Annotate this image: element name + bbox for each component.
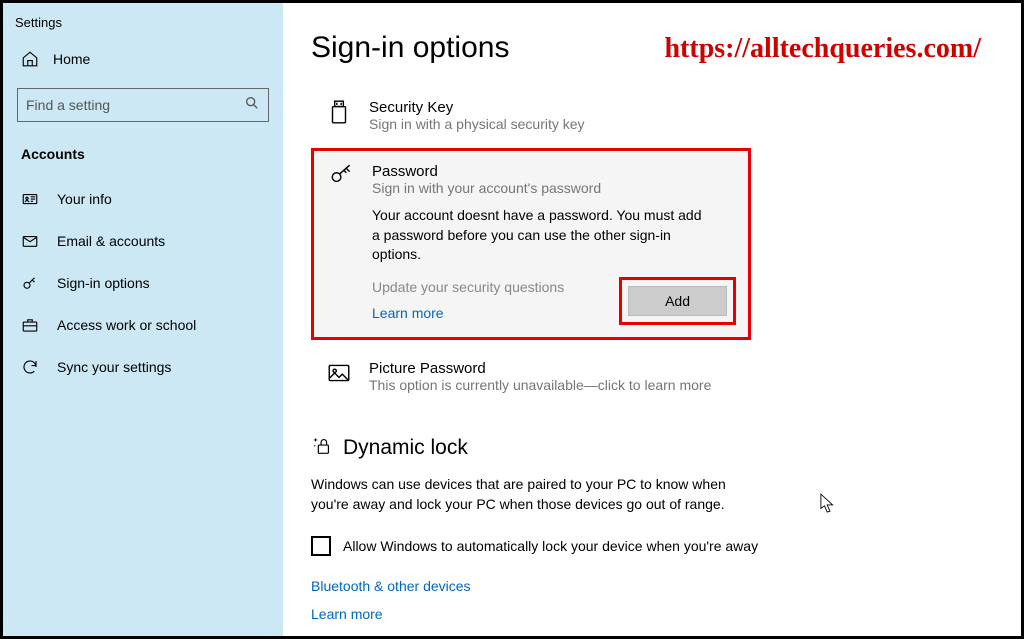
option-subtitle: Sign in with your account's password [372, 180, 601, 196]
picture-icon [325, 360, 353, 386]
dynamic-lock-icon [311, 435, 333, 462]
sidebar-item-label: Sign-in options [57, 275, 150, 291]
mail-icon [21, 232, 39, 250]
briefcase-icon [21, 316, 39, 334]
password-message: Your account doesnt have a password. You… [372, 206, 712, 265]
main-content: https://alltechqueries.com/ Sign-in opti… [283, 3, 1021, 636]
home-icon [21, 50, 39, 68]
add-button-highlight: Add [619, 277, 736, 325]
sidebar-item-label: Access work or school [57, 317, 196, 333]
sync-icon [21, 358, 39, 376]
option-title: Picture Password [369, 360, 711, 377]
sidebar-item-label: Sync your settings [57, 359, 171, 375]
home-button[interactable]: Home [3, 40, 283, 78]
password-key-icon [328, 163, 356, 189]
option-title: Security Key [369, 99, 585, 116]
option-security-key[interactable]: Security Key Sign in with a physical sec… [311, 89, 751, 142]
option-subtitle: Sign in with a physical security key [369, 116, 585, 132]
dynamic-lock-heading: Dynamic lock [311, 435, 981, 462]
dynamic-lock-description: Windows can use devices that are paired … [311, 474, 731, 515]
sidebar-item-your-info[interactable]: Your info [3, 178, 283, 220]
option-picture-password[interactable]: Picture Password This option is currentl… [311, 350, 751, 403]
app-title: Settings [3, 11, 283, 40]
option-subtitle: This option is currently unavailable—cli… [369, 377, 711, 393]
sidebar-item-label: Email & accounts [57, 233, 165, 249]
search-input[interactable] [26, 97, 244, 113]
search-icon [244, 95, 260, 116]
section-heading: Accounts [3, 138, 283, 178]
dynamic-lock-title: Dynamic lock [343, 436, 468, 460]
sidebar: Settings Home Accounts Your info Email [3, 3, 283, 636]
learn-more-link[interactable]: Learn more [311, 606, 981, 622]
add-password-button[interactable]: Add [628, 286, 727, 316]
bluetooth-link[interactable]: Bluetooth & other devices [311, 578, 981, 594]
sidebar-item-email[interactable]: Email & accounts [3, 220, 283, 262]
bottom-links: Bluetooth & other devices Learn more [311, 578, 981, 622]
key-icon [21, 274, 39, 292]
usb-key-icon [325, 99, 353, 125]
option-title: Password [372, 163, 601, 180]
option-password-expanded: Password Sign in with your account's pas… [311, 148, 751, 340]
search-box[interactable] [17, 88, 269, 122]
dynamic-lock-checkbox-row[interactable]: Allow Windows to automatically lock your… [311, 536, 981, 556]
watermark-text: https://alltechqueries.com/ [664, 33, 981, 65]
sidebar-item-signin[interactable]: Sign-in options [3, 262, 283, 304]
home-label: Home [53, 51, 90, 67]
sidebar-item-sync[interactable]: Sync your settings [3, 346, 283, 388]
checkbox[interactable] [311, 536, 331, 556]
sidebar-item-label: Your info [57, 191, 112, 207]
sidebar-item-work-school[interactable]: Access work or school [3, 304, 283, 346]
checkbox-label: Allow Windows to automatically lock your… [343, 538, 758, 554]
person-icon [21, 190, 39, 208]
